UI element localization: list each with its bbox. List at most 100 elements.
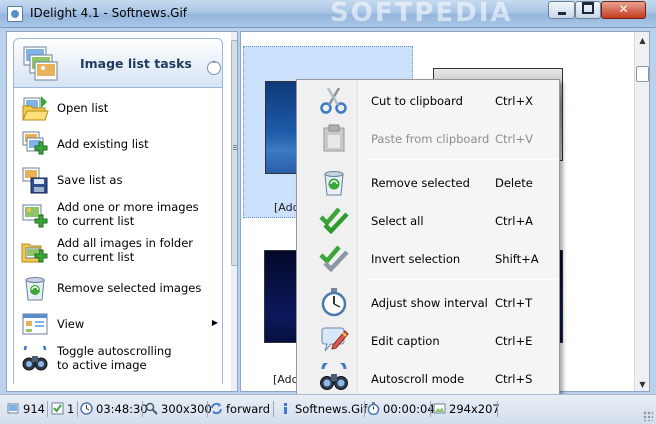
recycle-bin-icon [324,171,344,196]
status-value: 00:00:04 [383,402,435,416]
status-value: 1 [67,402,75,416]
double-check-icon [319,207,349,235]
save-list-icon [22,167,48,194]
menu-item-label: Remove selected [371,176,470,190]
folder-open-icon [22,96,49,121]
task-label: Toggle autoscrolling to active image [57,344,172,372]
image-list-icon [23,46,58,81]
scrollbar-thumb[interactable] [636,66,649,82]
status-duration: 03:48:30 [80,401,148,417]
menu-item-select-all[interactable]: Select all Ctrl+A [297,201,559,239]
status-interval: 00:00:04 [367,401,435,417]
status-image-count: 914 [7,401,45,417]
task-add-existing-list[interactable]: Add existing list [14,126,222,162]
scroll-down-button[interactable]: ▼ [635,376,649,391]
status-separator [364,401,365,417]
menu-item-edit-caption[interactable]: Edit caption Ctrl+E [297,321,559,359]
task-add-images[interactable]: Add one or more images to current list [14,198,222,234]
menu-item-label: Edit caption [371,334,440,348]
task-remove-selected-images[interactable]: Remove selected images [14,270,222,306]
add-images-icon [22,204,48,228]
close-icon: ✕ [618,2,629,16]
task-toggle-autoscrolling[interactable]: Toggle autoscrolling to active image [14,342,222,378]
menu-item-label: Autoscroll mode [371,372,465,386]
status-value: forward [226,402,271,416]
task-label: Save list as [57,173,123,187]
minimize-button[interactable] [548,1,575,19]
resize-grip[interactable] [643,411,653,421]
status-separator [207,401,208,417]
task-label: Add one or more images to current list [57,200,199,228]
task-open-list[interactable]: Open list [14,90,222,126]
magnifier-icon [145,402,158,415]
menu-item-remove-selected[interactable]: Remove selected Delete [297,163,559,201]
task-panel-scrollbar[interactable] [231,32,237,391]
title-bar[interactable]: IDelight 4.1 - Softnews.Gif SOFTPEDIA ✕ [0,0,656,28]
recycle-bin-icon [25,277,45,301]
refresh-arrows-icon [211,402,222,415]
status-separator [77,401,78,417]
task-label-line: Add one or more images [57,200,199,214]
checkbox-icon [51,402,64,415]
menu-item-cut[interactable]: Cut to clipboard Ctrl+X [297,81,559,119]
window-title: IDelight 4.1 - Softnews.Gif [30,6,188,20]
menu-item-shortcut: Ctrl+T [495,296,533,310]
menu-item-label: Cut to clipboard [371,94,463,108]
menu-item-label: Adjust show interval [371,296,488,310]
task-panel-title: Image list tasks [80,56,192,71]
menu-item-paste[interactable]: Paste from clipboard Ctrl+V [297,119,559,157]
task-label-line: Toggle autoscrolling [57,344,172,358]
menu-item-shortcut: Ctrl+A [495,214,533,228]
menu-separator [365,159,557,160]
task-label: Add existing list [57,137,149,151]
scissors-icon [320,87,347,114]
menu-item-invert-selection[interactable]: Invert selection Shift+A [297,239,559,277]
speech-bubble-pencil-icon [321,327,349,352]
menu-item-shortcut: Ctrl+X [495,94,533,108]
context-menu: Cut to clipboard Ctrl+X Paste from clipb… [296,79,560,396]
view-icon [22,313,48,335]
app-icon [7,6,23,22]
minimize-icon [549,2,574,17]
status-separator [273,401,274,417]
status-bar: 914 1 03:48:30 300x300 forward Softnews.… [0,394,656,424]
image-size-icon [433,403,446,414]
scrollbar-thumb[interactable] [231,40,237,266]
task-label: Remove selected images [57,281,202,295]
scroll-up-button[interactable]: ▲ [635,32,649,49]
task-label: Add all images in folder to current list [57,236,193,264]
status-checked-count: 1 [51,401,74,417]
menu-item-label: Paste from clipboard [371,132,490,146]
status-separator [47,401,48,417]
menu-item-shortcut: Shift+A [495,252,539,266]
maximize-button[interactable] [575,1,601,19]
status-thumb-size: 300x300 [145,401,212,417]
chevron-up-icon: ⌃ [210,60,218,69]
maximize-icon [576,2,600,17]
binoculars-icon [22,346,48,371]
status-image-size: 294x207 [433,401,500,417]
thumbnail-caption: [Add [273,373,299,386]
menu-item-shortcut: Ctrl+V [495,132,533,146]
close-button[interactable]: ✕ [601,1,646,19]
image-stack-icon [7,403,19,414]
status-separator [497,401,498,417]
status-separator [142,401,143,417]
thumbnail-scrollbar[interactable]: ▲ ▼ [634,32,649,391]
status-value: 03:48:30 [96,402,148,416]
task-panel-header[interactable]: Image list tasks ⌃ [13,38,223,88]
task-label: Open list [57,101,109,115]
task-save-list-as[interactable]: Save list as [14,162,222,198]
task-list: Open list Add existing list Save list as [13,88,223,384]
submenu-arrow-icon: ▶ [211,318,218,327]
task-label-line: Add all images in folder [57,236,194,250]
menu-item-autoscroll-mode[interactable]: Autoscroll mode Ctrl+S [297,359,559,397]
task-view[interactable]: View ▶ [14,306,222,342]
menu-item-adjust-show-interval[interactable]: Adjust show interval Ctrl+T [297,283,559,321]
task-add-folder-images[interactable]: Add all images in folder to current list [14,234,222,270]
status-file-name: Softnews.Gif [279,401,367,417]
add-list-icon [22,131,48,155]
status-value: 914 [23,402,45,416]
collapse-button[interactable]: ⌃ [207,61,221,75]
grip-icon [233,145,237,146]
